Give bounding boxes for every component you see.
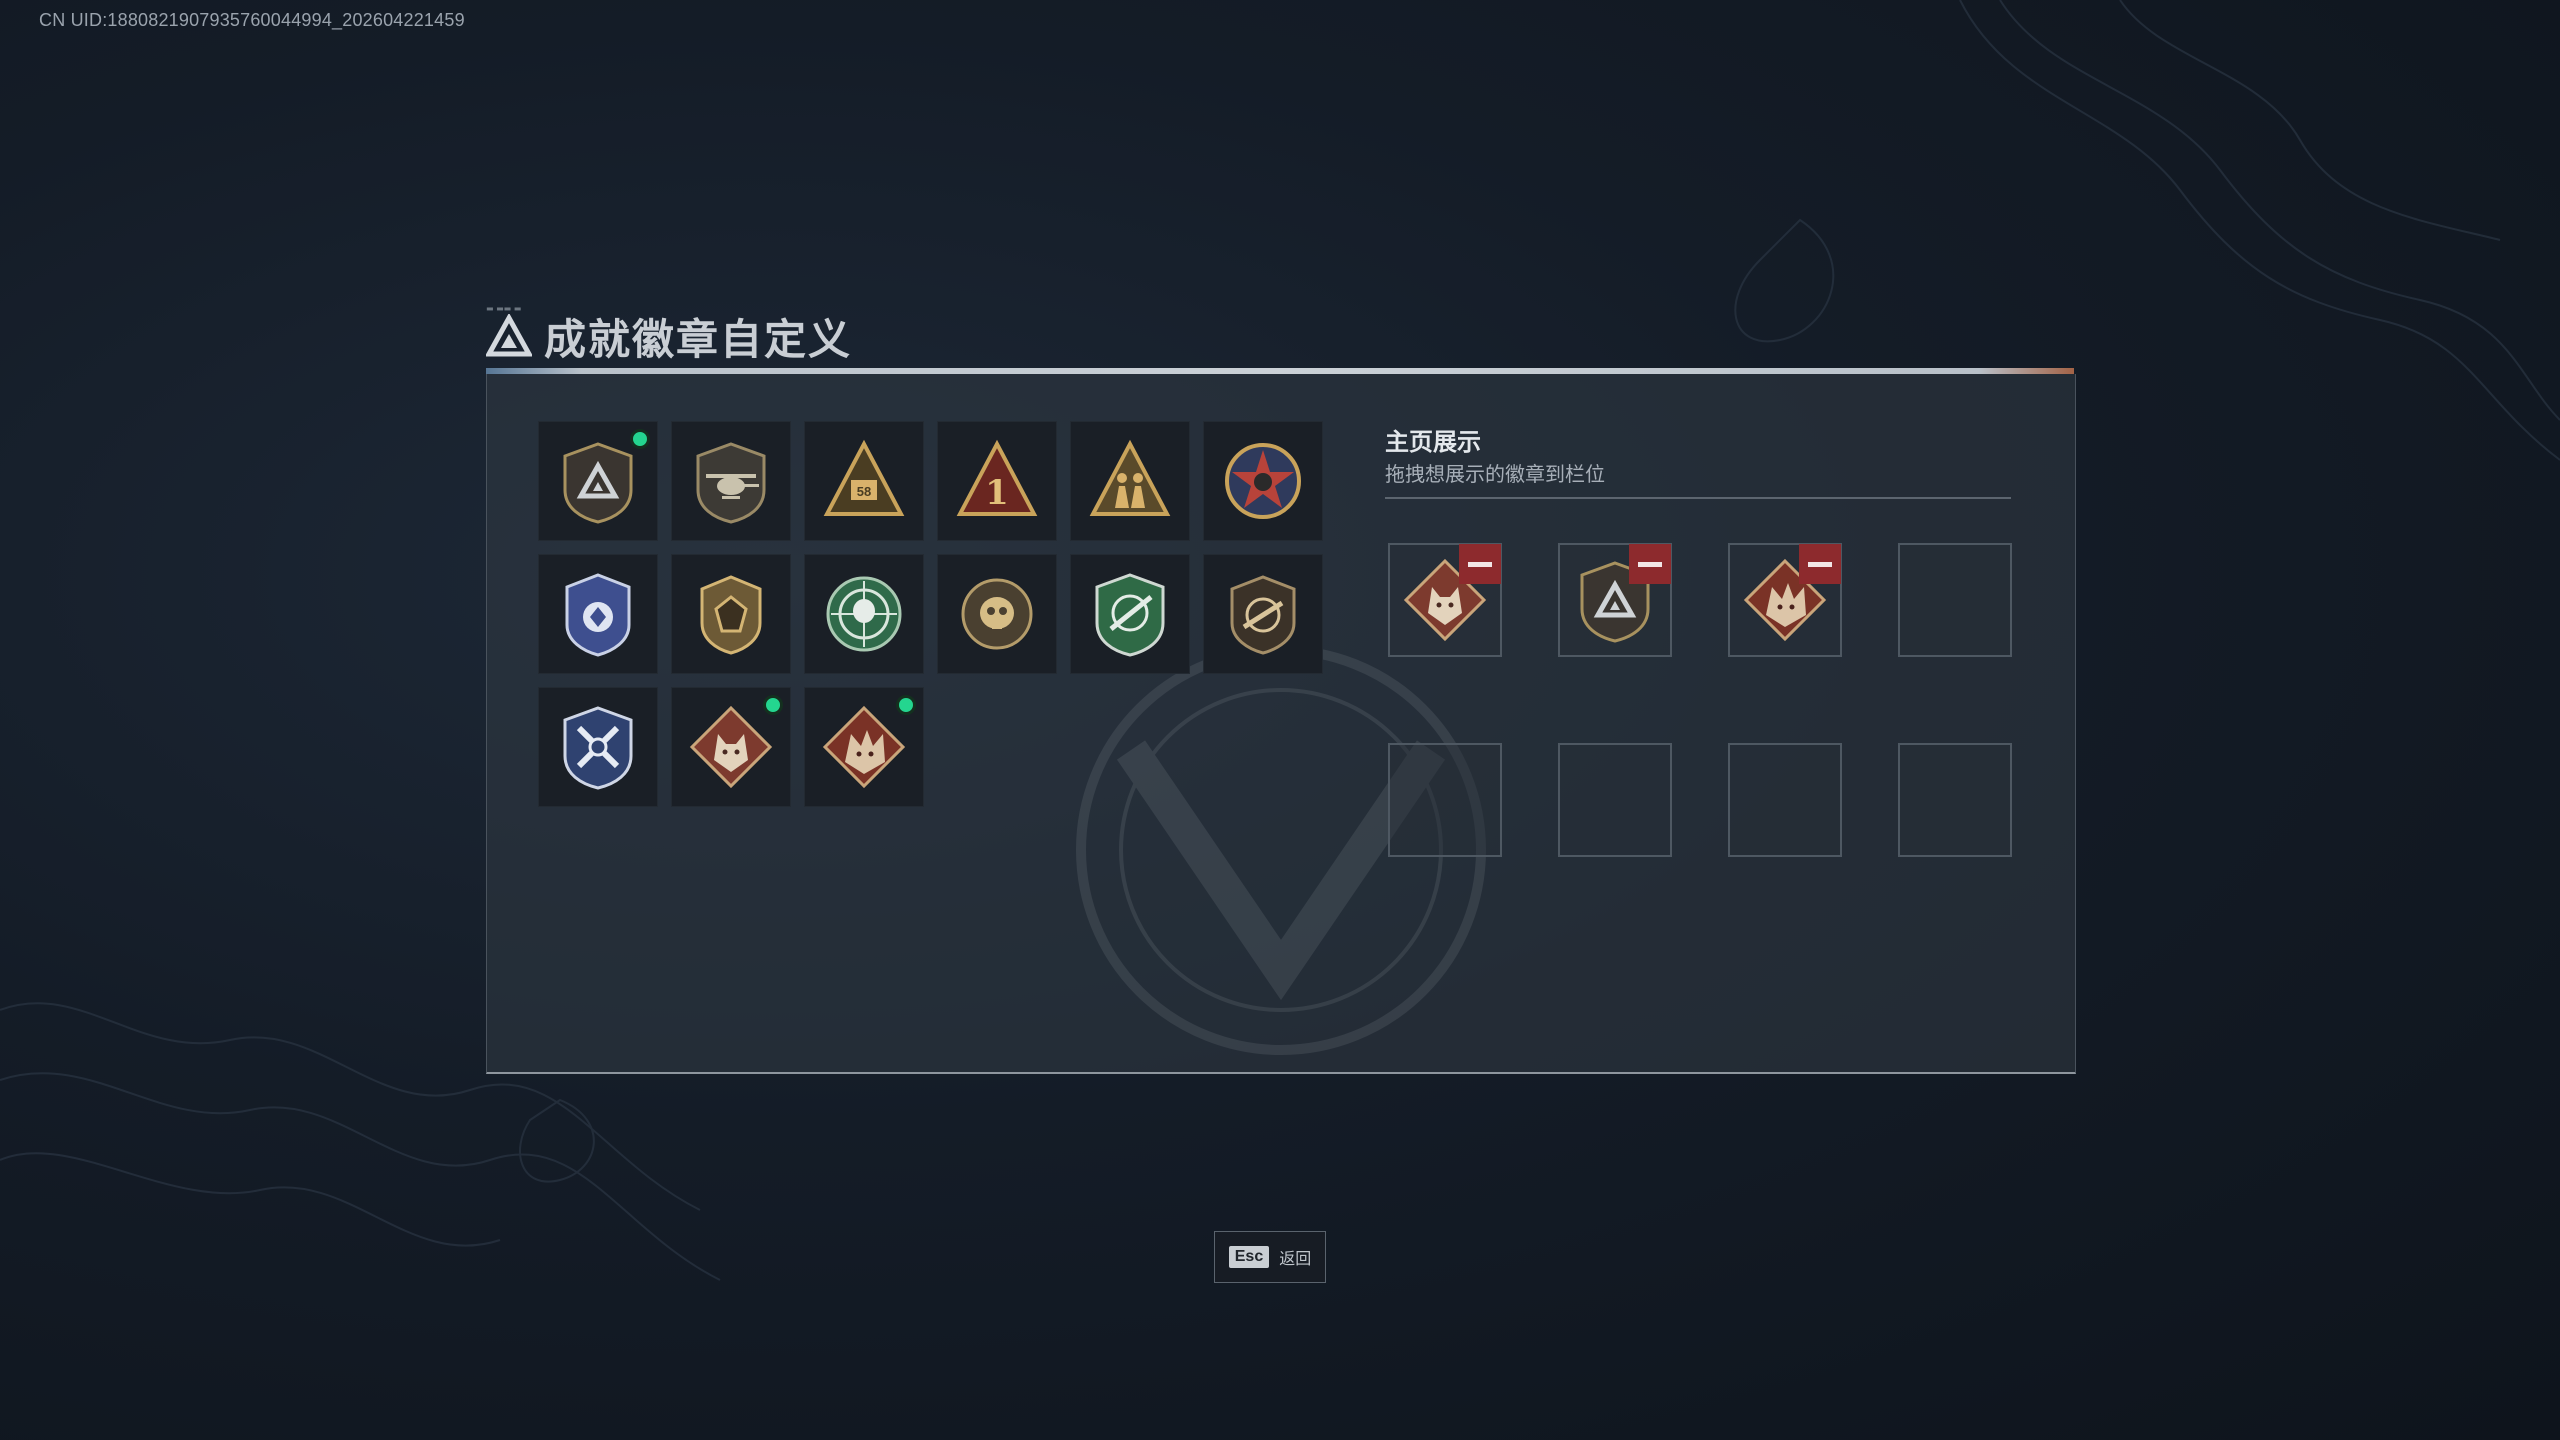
showcase-slot-empty[interactable] bbox=[1898, 543, 2012, 657]
helicopter-shield-badge-icon bbox=[696, 442, 766, 524]
gold-skull-emblem-badge-icon bbox=[961, 578, 1033, 650]
remove-badge-button[interactable] bbox=[1459, 544, 1501, 584]
showcase-title: 主页展示 bbox=[1385, 428, 1481, 456]
dragon-diamond-badge-icon bbox=[822, 705, 906, 789]
page-header: 成就徽章自定义 bbox=[486, 306, 852, 367]
star-medal-badge-icon bbox=[1225, 443, 1301, 519]
wolf-diamond-badge-icon bbox=[689, 705, 773, 789]
badge-tile[interactable] bbox=[671, 421, 791, 541]
badge-tile[interactable] bbox=[671, 687, 791, 807]
svg-text:58: 58 bbox=[857, 484, 871, 499]
uid-label: CN UID:1880821907935760044994_2026042214… bbox=[39, 10, 465, 30]
badge-tile[interactable] bbox=[937, 554, 1057, 674]
svg-text:1: 1 bbox=[985, 473, 1009, 513]
page-title: 成就徽章自定义 bbox=[544, 315, 853, 364]
badge-tile[interactable]: 58 bbox=[804, 421, 924, 541]
showcase-slot-filled[interactable] bbox=[1388, 543, 1502, 657]
showcase-slot-filled[interactable] bbox=[1728, 543, 1842, 657]
showcase-slot-empty[interactable] bbox=[1558, 743, 1672, 857]
gold-gem-shield-badge-icon bbox=[700, 575, 762, 655]
blue-crossed-arrows-badge-icon bbox=[563, 706, 633, 790]
minus-icon bbox=[1468, 561, 1492, 567]
badge-tile[interactable]: 1 bbox=[937, 421, 1057, 541]
badge-collection-grid: 58 1 bbox=[538, 421, 1323, 807]
delta-logo-icon bbox=[486, 313, 532, 356]
selected-indicator-icon bbox=[630, 429, 650, 449]
selected-indicator-icon bbox=[896, 695, 916, 715]
badge-tile[interactable] bbox=[1203, 554, 1323, 674]
badge-tile[interactable] bbox=[804, 687, 924, 807]
blue-wings-shield-badge-icon bbox=[565, 573, 631, 657]
remove-badge-button[interactable] bbox=[1629, 544, 1671, 584]
esc-key-icon: Esc bbox=[1228, 1246, 1270, 1268]
selected-indicator-icon bbox=[763, 695, 783, 715]
badge-tile[interactable] bbox=[1070, 421, 1190, 541]
showcase-slot-empty[interactable] bbox=[1388, 743, 1502, 857]
rifle-crosshair-shield-badge-icon bbox=[1230, 575, 1296, 655]
minus-icon bbox=[1808, 561, 1832, 567]
showcase-slot-empty[interactable] bbox=[1898, 743, 2012, 857]
triangle-number-one-badge-icon: 1 bbox=[956, 439, 1038, 516]
badge-tile[interactable] bbox=[538, 554, 658, 674]
green-target-skull-badge-icon bbox=[826, 576, 902, 652]
badge-tile[interactable] bbox=[538, 421, 658, 541]
minus-icon bbox=[1638, 561, 1662, 567]
showcase-slot-filled[interactable] bbox=[1558, 543, 1672, 657]
showcase-slot-grid bbox=[1388, 543, 2012, 857]
showcase-subtitle: 拖拽想展示的徽章到栏位 bbox=[1385, 462, 1605, 486]
showcase-slot-empty[interactable] bbox=[1728, 743, 1842, 857]
badge-tile[interactable] bbox=[671, 554, 791, 674]
remove-badge-button[interactable] bbox=[1799, 544, 1841, 584]
shield-triangle-badge-icon bbox=[563, 442, 633, 524]
badge-tile[interactable] bbox=[538, 687, 658, 807]
showcase-divider bbox=[1385, 497, 2011, 499]
triangle-soldiers-badge-icon bbox=[1089, 439, 1171, 516]
badge-tile[interactable] bbox=[1070, 554, 1190, 674]
back-button[interactable]: Esc 返回 bbox=[1214, 1231, 1326, 1283]
back-label: 返回 bbox=[1279, 1249, 1312, 1268]
badge-tile[interactable] bbox=[804, 554, 924, 674]
green-crosshair-rifle-badge-icon bbox=[1095, 573, 1165, 657]
triangle-58-badge-icon: 58 bbox=[823, 439, 905, 516]
badge-tile[interactable] bbox=[1203, 421, 1323, 541]
